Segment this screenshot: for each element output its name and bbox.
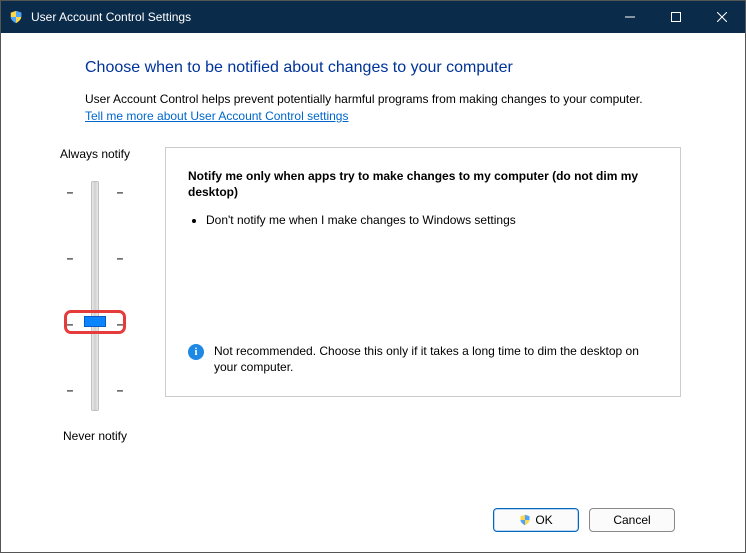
panel-list: Don't notify me when I make changes to W…	[188, 212, 658, 234]
learn-more-link[interactable]: Tell me more about User Account Control …	[85, 109, 348, 123]
panel-bullet-1: Don't notify me when I make changes to W…	[206, 212, 658, 228]
intro-text: User Account Control helps prevent poten…	[85, 91, 681, 125]
cancel-label: Cancel	[613, 513, 650, 527]
uac-shield-small-icon	[519, 514, 531, 526]
info-icon: i	[188, 344, 204, 360]
content-area: Choose when to be notified about changes…	[1, 33, 745, 552]
slider-bottom-label: Never notify	[35, 429, 155, 443]
titlebar: User Account Control Settings	[1, 1, 745, 33]
slider-track[interactable]	[91, 181, 99, 411]
ok-label: OK	[535, 513, 552, 527]
notification-slider[interactable]: Always notify –– –– –– –– Never notify	[35, 147, 155, 443]
uac-shield-icon	[9, 10, 23, 24]
intro-line: User Account Control helps prevent poten…	[85, 92, 643, 106]
page-heading: Choose when to be notified about changes…	[85, 59, 681, 77]
description-panel: Notify me only when apps try to make cha…	[165, 147, 681, 397]
slider-track-wrap: –– –– –– ––	[35, 171, 155, 421]
slider-thumb-highlight	[64, 310, 126, 334]
cancel-button[interactable]: Cancel	[589, 508, 675, 532]
maximize-button[interactable]	[653, 1, 699, 33]
ok-button[interactable]: OK	[493, 508, 579, 532]
minimize-button[interactable]	[607, 1, 653, 33]
slider-top-label: Always notify	[35, 147, 155, 161]
slider-area: Always notify –– –– –– –– Never notify N…	[85, 147, 681, 443]
window-title: User Account Control Settings	[31, 10, 607, 24]
panel-footer: i Not recommended. Choose this only if i…	[188, 343, 658, 375]
panel-note: Not recommended. Choose this only if it …	[214, 343, 658, 375]
slider-thumb[interactable]	[84, 316, 106, 327]
window-controls	[607, 1, 745, 33]
close-button[interactable]	[699, 1, 745, 33]
panel-title: Notify me only when apps try to make cha…	[188, 168, 658, 200]
dialog-buttons: OK Cancel	[493, 508, 675, 532]
